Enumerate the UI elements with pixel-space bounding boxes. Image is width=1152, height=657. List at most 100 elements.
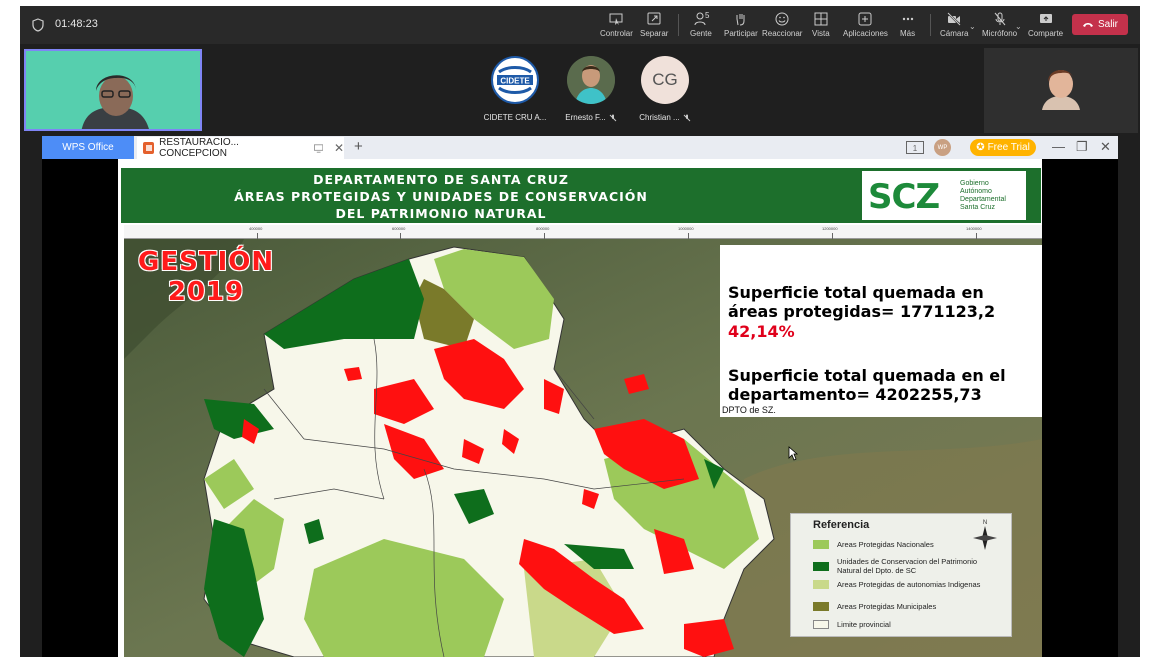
legend-title: Referencia (813, 519, 870, 531)
more-button[interactable]: Más (900, 12, 915, 42)
document-tab[interactable]: RESTAURACIO... CONCEPCION ✕ (137, 137, 344, 159)
apps-button[interactable]: Aplicaciones (843, 12, 888, 42)
phone-hangup-icon (1082, 22, 1093, 27)
legend-item: Areas Protegidas Municipales (813, 602, 936, 611)
close-window-icon[interactable]: ✕ (1100, 139, 1111, 155)
microphone-button[interactable]: Micrófono (982, 12, 1017, 42)
ruler-label: 1000000 (678, 226, 694, 231)
toolbar-divider (930, 14, 931, 36)
camera-label: Cámara (940, 29, 969, 38)
mouse-cursor-icon (788, 446, 798, 461)
shield-icon (32, 18, 44, 32)
minimize-icon[interactable]: — (1052, 139, 1065, 154)
presentation-slide: DEPARTAMENTO DE SANTA CRUZ ÁREAS PROTEGI… (118, 159, 1042, 657)
camera-button[interactable]: Cámara (940, 12, 968, 42)
control-button[interactable]: Controlar (600, 12, 633, 42)
share-icon (1039, 14, 1052, 23)
close-tab-icon[interactable]: ✕ (334, 141, 344, 155)
svg-text:1: 1 (913, 144, 918, 153)
north-label: N (983, 520, 987, 526)
logo-sub-line: Departamental (960, 196, 1006, 203)
popout-label: Separar (640, 29, 669, 38)
participant-name: Ernesto F... (565, 113, 606, 122)
share-button[interactable]: Comparte (1028, 12, 1063, 42)
leave-label: Salir (1097, 19, 1118, 30)
slide-title-line: DEL PATRIMONIO NATURAL (335, 206, 547, 221)
meeting-timer: 01:48:23 (55, 18, 98, 30)
slide-title-line: ÁREAS PROTEGIDAS Y UNIDADES DE CONSERVAC… (234, 189, 648, 204)
view-button[interactable]: Vista (812, 12, 830, 42)
participant-video-image (984, 48, 1138, 133)
raise-hand-button[interactable]: Participar (724, 12, 758, 42)
window-layout-icon[interactable]: 1 (906, 141, 924, 154)
legend-item: Areas Protegidas de autonomias Indigenas (813, 580, 1003, 589)
participant-video-tile[interactable] (984, 48, 1138, 133)
participant-name-row: Christian ... (630, 113, 700, 122)
restore-icon[interactable]: ❐ (1076, 139, 1088, 155)
ruler-label: 800000 (536, 226, 550, 231)
hand-icon (736, 14, 745, 26)
mic-off-icon (994, 12, 1005, 26)
logo-sub-line: Gobierno (960, 180, 989, 187)
view-label: Vista (812, 29, 830, 38)
slide-title-line: DEPARTAMENTO DE SANTA CRUZ (313, 172, 569, 187)
scz-logo: SCZ Gobierno Autónomo Departamental Sant… (861, 170, 1027, 221)
cidete-logo-icon: CIDETE (494, 59, 536, 101)
christian-avatar: CG (641, 56, 689, 104)
gestion-year: 2019 (167, 277, 245, 307)
new-tab-plus-icon[interactable]: + (354, 138, 363, 155)
ruler-label: 1400000 (966, 226, 982, 231)
logo-sub-line: Autónomo (960, 188, 992, 195)
gestion-line: GESTIÓN (138, 247, 275, 277)
shared-screen: WPS Office RESTAURACIO... CONCEPCION ✕ +… (42, 136, 1118, 657)
microphone-options-chevron-icon[interactable]: ⌄ (1015, 22, 1022, 31)
legend-swatch (813, 580, 829, 589)
protected-areas-burned-percent: 42,14% (728, 322, 795, 341)
participant-card[interactable]: CIDETE CIDETE CRU A... (480, 56, 550, 126)
department-burned-text: Superficie total quemada en el departame… (728, 366, 1006, 404)
apps-icon (858, 12, 872, 26)
map-coordinate-ruler: 400000 600000 800000 1000000 1200000 140… (124, 225, 1042, 239)
react-button[interactable]: Reaccionar (762, 12, 802, 42)
smile-icon (775, 12, 789, 26)
participant-name: CIDETE CRU A... (483, 113, 547, 122)
popout-icon (647, 12, 661, 25)
screen-icon[interactable] (313, 143, 323, 153)
people-button[interactable]: 5 Gente (690, 11, 712, 42)
mic-off-icon (683, 114, 691, 122)
leave-button[interactable]: Salir (1072, 14, 1128, 35)
legend-item: Unidades de Conservacion del Patrimonio … (813, 557, 1003, 575)
map-legend: Referencia N Areas Protegidas Nacionales… (790, 513, 1012, 637)
wps-home-tab[interactable]: WPS Office (42, 136, 134, 159)
people-count: 5 (705, 11, 710, 20)
participant-name-row: Ernesto F... (556, 113, 626, 122)
participant-card[interactable]: Ernesto F... (556, 56, 626, 126)
ruler-label: 400000 (249, 226, 263, 231)
popout-button[interactable]: Separar (640, 12, 668, 42)
cidete-avatar: CIDETE (491, 56, 539, 104)
legend-swatch (813, 602, 829, 611)
free-trial-button[interactable]: ✪ Free Trial (970, 139, 1036, 156)
slide-header: DEPARTAMENTO DE SANTA CRUZ ÁREAS PROTEGI… (121, 168, 1041, 223)
logo-sub-line: Santa Cruz (960, 204, 996, 211)
self-video-tile[interactable] (24, 49, 202, 131)
free-trial-label: Free Trial (987, 142, 1030, 153)
more-label: Más (900, 29, 916, 38)
participant-name: Christian ... (639, 113, 680, 122)
legend-label: Areas Protegidas Municipales (837, 602, 937, 611)
react-label: Reaccionar (762, 29, 803, 38)
mic-off-icon (609, 114, 617, 122)
participant-strip: CIDETE CIDETE CRU A... Ernesto F... CG C… (480, 56, 740, 126)
toolbar-divider (678, 14, 679, 36)
raise-hand-label: Participar (724, 29, 758, 38)
user-avatar[interactable]: WP (934, 139, 951, 156)
scz-logo-text: SCZ (868, 177, 940, 217)
legend-label: Limite provincial (837, 620, 891, 629)
legend-item: Limite provincial (813, 620, 891, 629)
camera-options-chevron-icon[interactable]: ⌄ (969, 22, 976, 31)
gestion-title: GESTIÓN 2019 (138, 247, 274, 307)
meeting-toolbar: 01:48:23 Controlar Separar 5 Gente Parti… (20, 6, 1140, 44)
legend-swatch (813, 620, 829, 629)
participant-card[interactable]: CG Christian ... (630, 56, 700, 126)
burned-area-stats-box: Superficie total quemada en áreas proteg… (720, 245, 1042, 417)
